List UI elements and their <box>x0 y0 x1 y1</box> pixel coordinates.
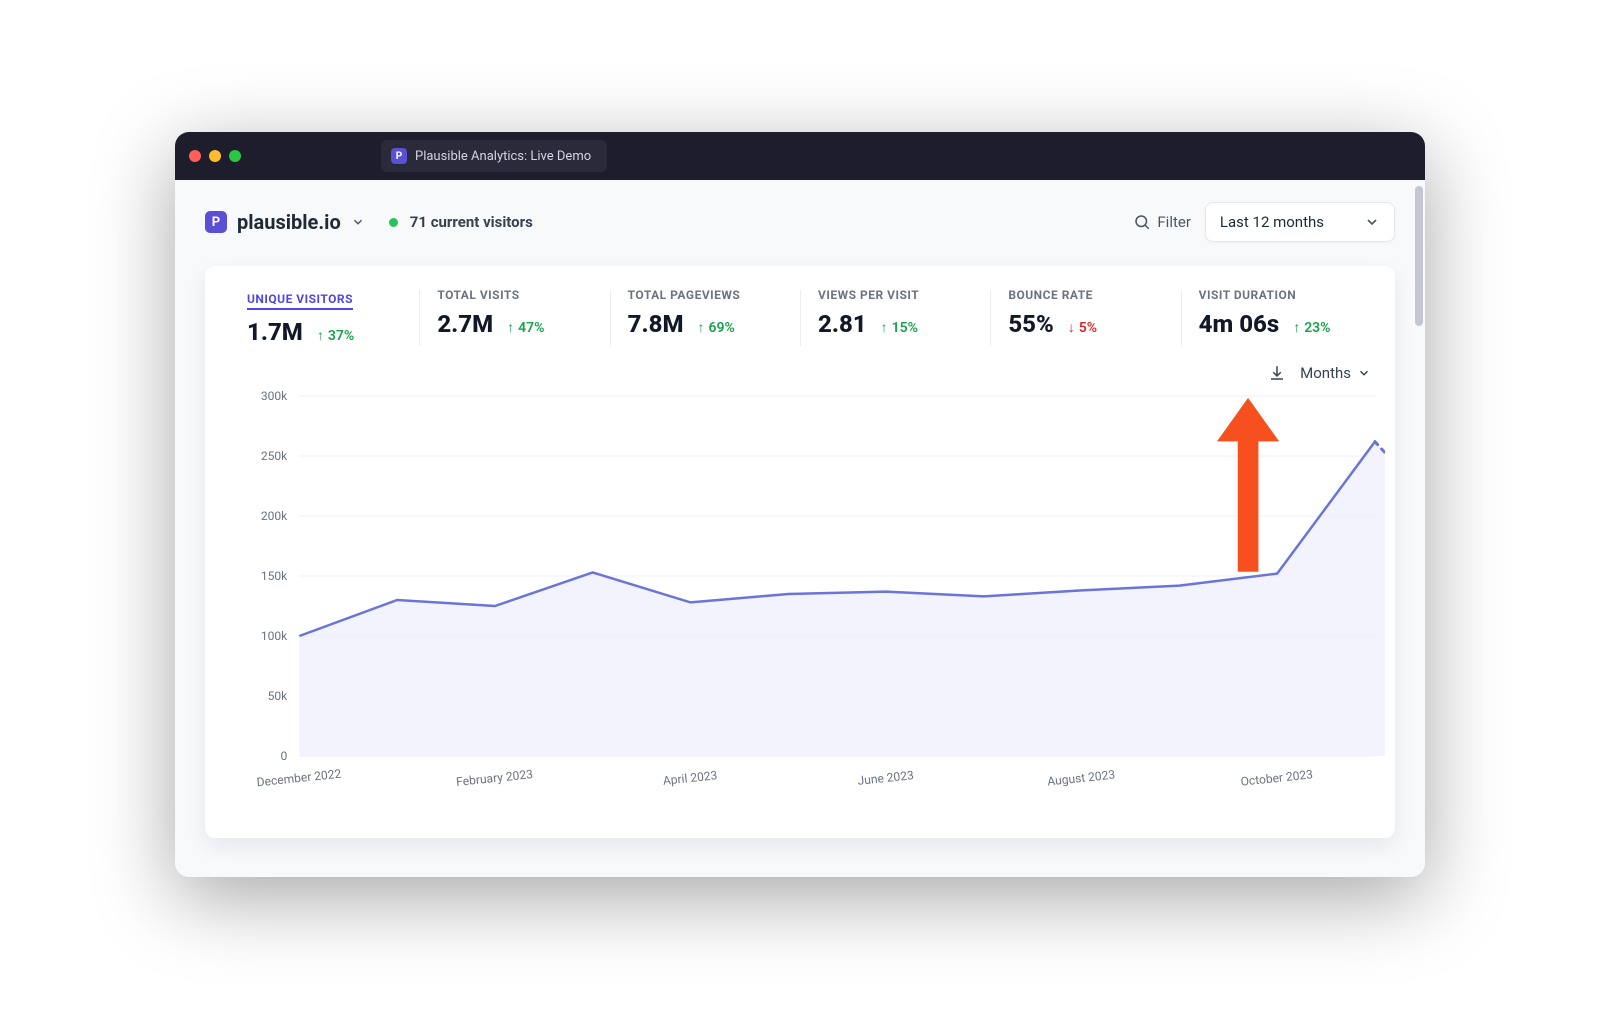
metric-label: TOTAL VISITS <box>437 288 591 302</box>
metric-value: 7.8M <box>628 310 684 338</box>
arrow-up-icon: ↑ <box>1293 319 1300 336</box>
metric-value: 2.81 <box>818 310 867 338</box>
interval-label: Months <box>1300 364 1351 382</box>
metric-value: 4m 06s <box>1199 310 1280 338</box>
metric-unique-visitors[interactable]: UNIQUE VISITORS 1.7M ↑37% <box>229 284 419 356</box>
search-icon <box>1133 213 1151 231</box>
chart-area: 0 50k 100k 150k 200k 250k 300k December 2022 Feb… <box>205 382 1395 838</box>
live-dot-icon <box>389 218 398 227</box>
arrow-up-icon: ↑ <box>507 319 514 336</box>
window-controls <box>189 150 241 162</box>
svg-text:100k: 100k <box>261 629 288 643</box>
arrow-up-icon: ↑ <box>697 319 704 336</box>
svg-text:June 2023: June 2023 <box>857 768 915 788</box>
svg-text:50k: 50k <box>268 689 289 703</box>
metric-label: TOTAL PAGEVIEWS <box>628 288 782 302</box>
minimize-window-button[interactable] <box>209 150 221 162</box>
svg-text:October 2023: October 2023 <box>1240 767 1314 788</box>
svg-text:April 2023: April 2023 <box>662 768 718 788</box>
arrow-down-icon: ↓ <box>1068 319 1075 336</box>
metric-delta: ↑23% <box>1293 319 1330 336</box>
svg-text:0: 0 <box>281 749 288 763</box>
metric-label: UNIQUE VISITORS <box>247 292 353 310</box>
metric-delta: ↑15% <box>881 319 918 336</box>
close-window-button[interactable] <box>189 150 201 162</box>
main-chart-card: UNIQUE VISITORS 1.7M ↑37% TOTAL VISITS 2.7M ↑… <box>205 266 1395 838</box>
browser-tab[interactable]: P Plausible Analytics: Live Demo <box>381 140 607 172</box>
line-chart: 0 50k 100k 150k 200k 250k 300k December 2022 Feb… <box>229 386 1385 816</box>
svg-text:February 2023: February 2023 <box>456 767 534 789</box>
metric-value: 1.7M <box>247 318 303 346</box>
current-visitors-link[interactable]: 71 current visitors <box>410 213 533 231</box>
svg-text:200k: 200k <box>261 509 288 523</box>
svg-text:250k: 250k <box>261 449 288 463</box>
filter-label: Filter <box>1157 213 1191 231</box>
plausible-logo-icon: P <box>205 211 227 233</box>
metric-label: BOUNCE RATE <box>1008 288 1162 302</box>
page-content: P plausible.io 71 current visitors <box>175 180 1425 877</box>
date-range-label: Last 12 months <box>1220 213 1324 231</box>
metric-value: 55% <box>1008 310 1053 338</box>
chevron-down-icon[interactable] <box>351 215 365 229</box>
interval-selector[interactable]: Months <box>1300 364 1371 382</box>
scrollbar-thumb[interactable] <box>1415 186 1423 326</box>
svg-text:December 2022: December 2022 <box>256 767 342 790</box>
titlebar: P Plausible Analytics: Live Demo <box>175 132 1425 180</box>
page-header: P plausible.io 71 current visitors <box>205 202 1395 242</box>
arrow-up-icon: ↑ <box>881 319 888 336</box>
metric-label: VISIT DURATION <box>1199 288 1353 302</box>
metric-delta: ↑47% <box>507 319 544 336</box>
svg-text:August 2023: August 2023 <box>1047 768 1116 789</box>
download-icon[interactable] <box>1268 364 1286 382</box>
chevron-down-icon <box>1357 366 1371 380</box>
chevron-down-icon <box>1364 214 1380 230</box>
filter-button[interactable]: Filter <box>1133 213 1191 231</box>
site-switcher[interactable]: plausible.io <box>237 210 341 234</box>
date-range-selector[interactable]: Last 12 months <box>1205 202 1395 242</box>
metrics-row: UNIQUE VISITORS 1.7M ↑37% TOTAL VISITS 2.7M ↑… <box>205 266 1395 364</box>
metric-visit-duration[interactable]: VISIT DURATION 4m 06s ↑23% <box>1181 284 1371 356</box>
svg-text:150k: 150k <box>261 569 288 583</box>
maximize-window-button[interactable] <box>229 150 241 162</box>
metric-total-pageviews[interactable]: TOTAL PAGEVIEWS 7.8M ↑69% <box>610 284 800 356</box>
metric-delta: ↑69% <box>697 319 734 336</box>
metric-label: VIEWS PER VISIT <box>818 288 972 302</box>
browser-window: P Plausible Analytics: Live Demo P plaus… <box>175 132 1425 877</box>
tab-title: Plausible Analytics: Live Demo <box>415 149 591 164</box>
metric-total-visits[interactable]: TOTAL VISITS 2.7M ↑47% <box>419 284 609 356</box>
svg-text:300k: 300k <box>261 389 288 403</box>
metric-bounce-rate[interactable]: BOUNCE RATE 55% ↓5% <box>990 284 1180 356</box>
metric-views-per-visit[interactable]: VIEWS PER VISIT 2.81 ↑15% <box>800 284 990 356</box>
arrow-up-icon: ↑ <box>317 327 324 344</box>
metric-delta: ↑37% <box>317 327 354 344</box>
plausible-favicon: P <box>391 148 407 164</box>
metric-value: 2.7M <box>437 310 493 338</box>
metric-delta: ↓5% <box>1068 319 1097 336</box>
